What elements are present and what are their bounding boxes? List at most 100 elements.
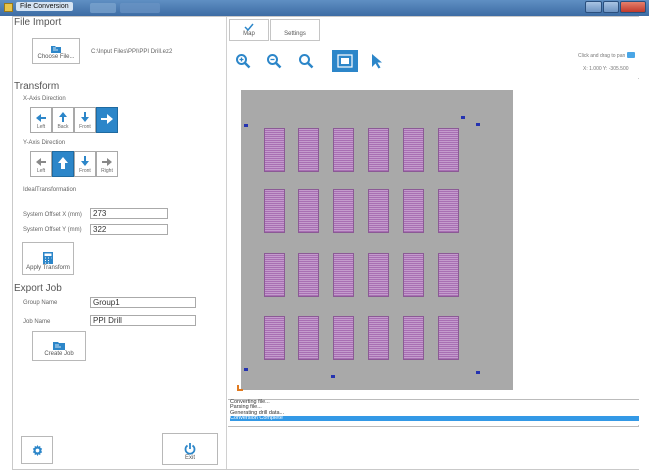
drill-panel bbox=[298, 253, 319, 297]
drill-panel bbox=[264, 189, 285, 233]
drill-panel bbox=[333, 189, 354, 233]
calculator-icon bbox=[43, 252, 53, 264]
y-front-button[interactable]: Front bbox=[74, 151, 96, 177]
settings-button[interactable] bbox=[21, 436, 53, 464]
create-job-label: Create Job bbox=[44, 351, 74, 357]
drill-panel bbox=[403, 189, 424, 233]
zoom-out-button[interactable] bbox=[261, 50, 287, 72]
arrow-right-icon bbox=[102, 158, 112, 166]
gear-icon bbox=[32, 444, 42, 456]
y-left-label: Left bbox=[36, 168, 46, 174]
arrow-up-icon bbox=[58, 157, 68, 169]
offset-x-input[interactable]: 273 bbox=[90, 208, 168, 219]
taskbar-blur bbox=[90, 3, 116, 13]
status-area bbox=[228, 426, 639, 469]
origin-marker bbox=[237, 385, 243, 391]
ideal-transformation-label: IdealTransformation bbox=[23, 187, 77, 193]
y-right-label: Right bbox=[101, 168, 113, 174]
group-name-input[interactable]: Group1 bbox=[90, 297, 196, 308]
file-path: C:\Input Files\PPI\PPI Drill.ez2 bbox=[91, 49, 173, 55]
drill-panel bbox=[298, 316, 319, 360]
fit-to-screen-icon bbox=[337, 54, 353, 68]
checkmark-icon bbox=[244, 23, 254, 31]
taskbar-blur bbox=[120, 3, 160, 13]
fiducial-mark bbox=[331, 375, 335, 378]
job-name-input[interactable]: PPI Drill bbox=[90, 315, 196, 326]
offset-y-input[interactable]: 322 bbox=[90, 224, 168, 235]
zoom-button[interactable] bbox=[293, 50, 319, 72]
x-front-label: Front bbox=[79, 124, 91, 130]
fit-view-button[interactable] bbox=[332, 50, 358, 72]
tab-map-label: Map bbox=[243, 31, 255, 37]
drill-panel bbox=[438, 253, 459, 297]
x-right-button[interactable] bbox=[96, 107, 118, 133]
drill-panel bbox=[333, 128, 354, 172]
drill-panel bbox=[403, 316, 424, 360]
pan-toggle[interactable] bbox=[627, 52, 635, 58]
power-icon bbox=[184, 443, 196, 455]
arrow-left-icon bbox=[36, 158, 46, 166]
fiducial-mark bbox=[476, 123, 480, 126]
exit-button[interactable]: Exit bbox=[162, 433, 218, 465]
fiducial-mark bbox=[244, 124, 248, 127]
exit-label: Exit bbox=[184, 455, 195, 461]
tab-settings-label: Settings bbox=[284, 31, 306, 37]
drill-panel bbox=[368, 128, 389, 172]
arrow-down-icon bbox=[81, 112, 89, 122]
close-button[interactable] bbox=[620, 1, 646, 13]
arrow-down-icon bbox=[81, 156, 89, 166]
apply-transform-button[interactable]: Apply Transform bbox=[22, 242, 74, 275]
fiducial-mark bbox=[244, 368, 248, 371]
select-tool-button[interactable] bbox=[364, 50, 390, 72]
coordinate-readout: X: 1.000 Y: -305.500 bbox=[583, 66, 629, 72]
y-axis-label: Y-Axis Direction bbox=[23, 140, 66, 146]
x-left-label: Left bbox=[36, 124, 46, 130]
drill-panel bbox=[368, 189, 389, 233]
drill-panel bbox=[264, 316, 285, 360]
log-line-selected: Conversion Complete bbox=[230, 415, 639, 422]
y-axis-button-group: Left Front Right bbox=[30, 151, 118, 177]
log-panel: Converting file... Parsing file... Gener… bbox=[228, 399, 639, 425]
offset-y-label: System Offset Y (mm) bbox=[23, 227, 82, 233]
x-axis-label: X-Axis Direction bbox=[23, 96, 66, 102]
tab-settings[interactable]: Settings bbox=[270, 19, 320, 41]
drill-panel bbox=[298, 189, 319, 233]
x-front-button[interactable]: Front bbox=[74, 107, 96, 133]
x-back-button[interactable]: Back bbox=[52, 107, 74, 133]
apply-transform-label: Apply Transform bbox=[26, 265, 70, 271]
x-back-label: Back bbox=[57, 124, 69, 130]
drill-panel bbox=[438, 128, 459, 172]
drill-panel bbox=[438, 316, 459, 360]
x-left-button[interactable]: Left bbox=[30, 107, 52, 133]
drill-panel bbox=[368, 253, 389, 297]
maximize-button[interactable] bbox=[603, 1, 619, 13]
y-left-button[interactable]: Left bbox=[30, 151, 52, 177]
create-job-button[interactable]: Create Job bbox=[32, 331, 86, 361]
file-import-title: File Import bbox=[14, 17, 62, 28]
choose-file-label: Choose File... bbox=[37, 54, 75, 60]
fiducial-mark bbox=[461, 116, 465, 119]
arrow-right-icon bbox=[101, 114, 113, 124]
zoom-in-button[interactable] bbox=[230, 50, 256, 72]
group-name-label: Group Name bbox=[23, 300, 58, 306]
pan-hint: Click and drag to pan bbox=[578, 53, 626, 59]
folder-icon bbox=[51, 46, 61, 53]
arrow-up-icon bbox=[59, 112, 67, 122]
job-name-label: Job Name bbox=[23, 319, 51, 325]
y-back-button[interactable] bbox=[52, 151, 74, 177]
drill-panel bbox=[264, 253, 285, 297]
folder-icon bbox=[53, 342, 65, 350]
app-icon bbox=[4, 3, 13, 12]
arrow-left-icon bbox=[36, 114, 46, 122]
drill-panel bbox=[298, 128, 319, 172]
drill-panel bbox=[403, 128, 424, 172]
y-right-button[interactable]: Right bbox=[96, 151, 118, 177]
magnifier-icon bbox=[299, 54, 314, 69]
choose-file-button[interactable]: Choose File... bbox=[32, 38, 80, 64]
drill-panel bbox=[403, 253, 424, 297]
tab-map[interactable]: Map bbox=[229, 19, 269, 41]
drill-panel bbox=[333, 316, 354, 360]
cursor-icon bbox=[372, 54, 382, 69]
minimize-button[interactable] bbox=[585, 1, 602, 13]
drill-panel bbox=[264, 128, 285, 172]
